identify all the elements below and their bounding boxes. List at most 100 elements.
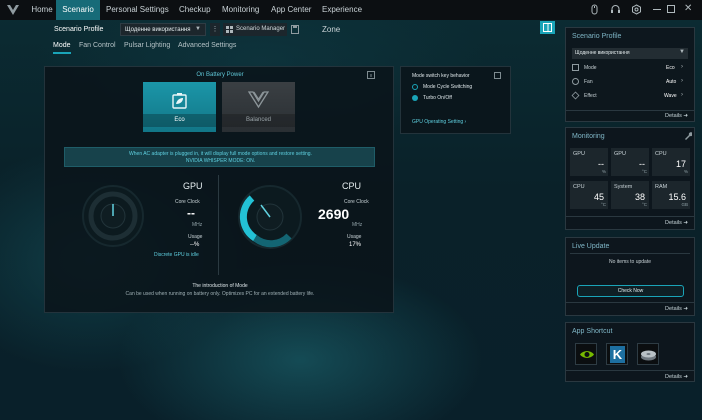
monitor-system-temp: System 38 °C xyxy=(611,181,649,209)
active-tab-indicator xyxy=(53,52,71,54)
collapse-icon xyxy=(543,23,552,32)
nvidia-app-shortcut[interactable] xyxy=(575,343,597,365)
mouse-icon[interactable] xyxy=(589,4,600,15)
top-navigation-bar: Home Scenario Personal Settings Checkup … xyxy=(0,0,702,34)
more-options-icon[interactable]: ⋮ xyxy=(210,23,220,36)
check-now-button[interactable]: Check Now xyxy=(577,285,684,297)
cpu-clock-value: 2690 xyxy=(318,206,350,222)
tab-pulsar-lighting[interactable]: Pulsar Lighting xyxy=(124,42,170,49)
nav-monitoring[interactable]: Monitoring xyxy=(222,0,264,20)
nav-scenario[interactable]: Scenario xyxy=(56,0,100,20)
disk-app-shortcut[interactable] xyxy=(637,343,659,365)
chevron-right-icon[interactable]: › xyxy=(681,78,683,84)
chevron-down-icon: ▼ xyxy=(195,26,201,32)
profile-card-select[interactable]: Щоденне використання ▼ xyxy=(572,48,688,59)
radio-turbo[interactable] xyxy=(412,95,418,101)
nav-checkup[interactable]: Checkup xyxy=(179,0,213,20)
monitor-cpu-temp: CPU 45 °C xyxy=(570,181,608,209)
sidebar-toggle-button[interactable] xyxy=(540,21,555,34)
minimize-icon[interactable] xyxy=(653,9,661,10)
chevron-right-icon[interactable]: › xyxy=(681,64,683,70)
profile-fan-label: Fan xyxy=(584,79,593,85)
notice-line-2: NVIDIA WHISPER MODE: ON. xyxy=(185,158,256,164)
nav-home[interactable]: Home xyxy=(28,0,56,20)
profile-details-link[interactable]: Details ➜ xyxy=(665,113,688,119)
gpu-usage-label: Usage xyxy=(188,234,203,240)
info-icon[interactable] xyxy=(367,71,375,79)
cpu-gauge xyxy=(238,185,302,249)
nav-personal-settings[interactable]: Personal Settings xyxy=(106,0,170,20)
radio-mode-cycle[interactable] xyxy=(412,84,418,90)
monitor-gpu-usage: GPU --% xyxy=(570,148,608,176)
mode-card-balanced[interactable]: Balanced xyxy=(222,82,295,132)
mode-panel: On Battery Power Eco Balanced When AC ad… xyxy=(44,66,394,313)
k-app-icon: K xyxy=(610,346,625,363)
info-icon[interactable] xyxy=(494,72,501,79)
effect-icon xyxy=(571,91,580,100)
grid-icon xyxy=(226,26,233,33)
app-shortcut-details-label: Details xyxy=(665,374,682,380)
monitor-cpu-usage: CPU 17% xyxy=(652,148,690,176)
profile-mode-label: Mode xyxy=(584,65,597,71)
mode-icon xyxy=(572,64,579,71)
scenario-profile-value: Щоденне використання xyxy=(125,27,191,33)
headset-icon[interactable] xyxy=(610,4,621,15)
intro-title: The introduction of Mode xyxy=(192,283,248,289)
wrench-icon[interactable] xyxy=(684,132,692,140)
app-shortcut-details-link[interactable]: Details ➜ xyxy=(665,374,688,380)
nav-app-center[interactable]: App Center xyxy=(271,0,313,20)
profile-details-label: Details xyxy=(665,113,682,119)
cpu-usage-label: Usage xyxy=(347,234,362,240)
nav-experience-zone[interactable]: Experience Zone xyxy=(322,0,382,34)
gpu-status: Discrete GPU is idle xyxy=(154,252,199,258)
monitoring-title: Monitoring xyxy=(572,133,605,140)
notice-line-1: When AC adapter is plugged in, it will d… xyxy=(129,151,312,157)
gpu-title: GPU xyxy=(183,181,203,191)
maximize-icon[interactable] xyxy=(667,5,675,13)
scenario-manager-button[interactable]: Scenario Manager xyxy=(223,23,287,36)
gear-icon[interactable] xyxy=(631,4,642,15)
live-update-title: Live Update xyxy=(572,243,610,250)
tab-fan-control[interactable]: Fan Control xyxy=(79,42,116,49)
monitoring-card: Monitoring GPU --% GPU -- °C CPU 17% CPU 45 °C… xyxy=(565,127,695,230)
notice-banner: When AC adapter is plugged in, it will d… xyxy=(64,147,375,167)
monitoring-details-link[interactable]: Details ➜ xyxy=(665,220,688,226)
balanced-label: Balanced xyxy=(245,117,272,123)
check-now-label: Check Now xyxy=(617,288,644,294)
nvidia-eye-icon xyxy=(580,351,594,358)
profile-card-selected: Щоденне використання xyxy=(575,50,630,56)
gpu-clock-label: Core Clock xyxy=(175,199,200,205)
tab-mode[interactable]: Mode xyxy=(53,42,71,49)
mode-title: On Battery Power xyxy=(196,72,244,78)
gpu-operating-setting-link[interactable]: GPU Operating Setting › xyxy=(412,119,466,125)
predator-logo-icon xyxy=(7,5,19,15)
mode-switch-title: Mode switch key behavior xyxy=(412,73,470,79)
tab-advanced-settings[interactable]: Advanced Settings xyxy=(178,42,236,49)
close-icon[interactable]: ✕ xyxy=(684,3,692,15)
gpu-clock-unit: MHz xyxy=(192,222,203,228)
cpu-clock-label: Core Clock xyxy=(344,199,369,205)
live-update-empty: No items to update xyxy=(609,259,651,265)
fan-icon xyxy=(572,78,579,85)
scenario-manager-label: Scenario Manager xyxy=(236,26,286,32)
mode-switch-panel: Mode switch key behavior Mode Cycle Swit… xyxy=(400,66,511,134)
gpu-usage-value: --% xyxy=(190,242,200,248)
live-update-details-link[interactable]: Details ➜ xyxy=(665,306,688,312)
scenario-profile-select[interactable]: Щоденне використання ▼ xyxy=(120,23,206,36)
intro-text: Can be used when running on battery only… xyxy=(125,291,315,297)
profile-card: Scenario Profile Щоденне використання ▼ … xyxy=(565,27,695,122)
chevron-right-icon[interactable]: › xyxy=(681,92,683,98)
profile-card-title: Scenario Profile xyxy=(572,33,622,40)
disk-icon xyxy=(641,350,656,361)
monitor-gpu-temp: GPU -- °C xyxy=(611,148,649,176)
cpu-usage-value: 17% xyxy=(349,242,362,248)
save-icon[interactable] xyxy=(291,25,299,34)
mode-card-eco[interactable]: Eco xyxy=(143,82,216,132)
profile-effect-label: Effect xyxy=(584,93,597,99)
eco-battery-icon xyxy=(172,93,187,109)
k-app-shortcut[interactable]: K xyxy=(606,343,628,365)
gpu-clock-value: -- xyxy=(187,206,195,220)
chevron-down-icon: ▼ xyxy=(679,49,685,55)
monitor-ram: RAM 15.6 GB xyxy=(652,181,690,209)
gpu-operating-setting-label: GPU Operating Setting xyxy=(412,119,464,125)
